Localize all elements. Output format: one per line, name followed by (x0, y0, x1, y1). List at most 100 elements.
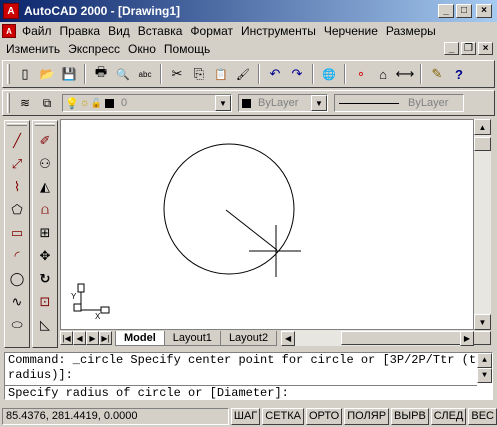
polygon-icon[interactable]: ⬠ (6, 199, 28, 221)
distance-icon[interactable]: ⟷ (394, 63, 416, 85)
toolbar-grip[interactable] (7, 93, 10, 113)
autocad-logo-icon[interactable]: A (3, 3, 19, 19)
toggle-lineweight[interactable]: ВЕС (468, 408, 497, 425)
vertical-scrollbar[interactable]: ▲ ▼ (474, 119, 491, 330)
globe-icon[interactable]: 🌐 (318, 63, 340, 85)
close-button[interactable]: × (476, 4, 492, 18)
layer-select[interactable]: 💡 ☼ 🔓 0 ▼ (62, 94, 232, 112)
toggle-snap[interactable]: ШАГ (230, 408, 261, 425)
linetype-select[interactable]: ByLayer (334, 94, 464, 112)
array-icon[interactable]: ⊞ (34, 222, 56, 244)
copy-icon[interactable]: ⎘ (188, 63, 210, 85)
scroll-right-icon[interactable]: ▶ (460, 330, 474, 346)
line-icon[interactable]: ╱ (6, 130, 28, 152)
prev-tab-icon[interactable]: ◀ (73, 331, 86, 345)
snap-icon[interactable]: ∘ (350, 63, 372, 85)
dropdown-arrow-icon[interactable]: ▼ (215, 95, 231, 111)
dropdown-arrow-icon[interactable]: ▼ (311, 95, 327, 111)
menu-view[interactable]: Вид (104, 24, 134, 38)
polyline-icon[interactable]: ⌇ (6, 176, 28, 198)
menu-modify[interactable]: Изменить (0, 42, 64, 56)
menu-dimension[interactable]: Размеры (382, 24, 440, 38)
print-icon[interactable]: 🖶 (90, 63, 112, 85)
help-icon[interactable]: ? (448, 63, 470, 85)
scroll-down-icon[interactable]: ▼ (474, 314, 491, 330)
command-prompt-input[interactable]: Specify radius of circle or [Diameter]: (5, 385, 477, 400)
scroll-down-icon[interactable]: ▼ (477, 368, 492, 383)
drawing-canvas[interactable]: Y X (60, 119, 474, 330)
undo-icon[interactable]: ↶ (264, 63, 286, 85)
scroll-up-icon[interactable]: ▲ (474, 119, 491, 135)
toolbar-grip[interactable] (35, 123, 55, 126)
minimize-button[interactable]: _ (438, 4, 454, 18)
spline-icon[interactable]: ∿ (6, 291, 28, 313)
arc-icon[interactable]: ◜ (6, 245, 28, 267)
first-tab-icon[interactable]: |◀ (60, 331, 73, 345)
toggle-osnap[interactable]: ВЫРВ (391, 408, 429, 425)
menu-insert[interactable]: Вставка (134, 24, 187, 38)
horizontal-scrollbar[interactable]: ◀ ▶ (281, 330, 492, 346)
print-preview-icon[interactable]: 🔍 (112, 63, 134, 85)
next-tab-icon[interactable]: ▶ (86, 331, 99, 345)
maximize-button[interactable]: □ (456, 4, 472, 18)
save-icon[interactable]: 💾 (58, 63, 80, 85)
menu-format[interactable]: Формат (186, 24, 237, 38)
erase-icon[interactable]: ✐ (34, 130, 56, 152)
pen-icon[interactable]: ✎ (426, 63, 448, 85)
circle-icon[interactable]: ◯ (6, 268, 28, 290)
doc-close-button[interactable]: × (478, 42, 493, 55)
coordinate-readout[interactable]: 85.4376, 281.4419, 0.0000 (2, 408, 229, 425)
standard-toolbar: ▯ 📂 💾 🖶 🔍 abc ✂ ⎘ 📋 🖌 ↶ ↷ 🌐 ∘ ⌂ ⟷ ✎ ? (2, 60, 495, 88)
menu-tools[interactable]: Инструменты (237, 24, 320, 38)
command-history-line: radius)]: (8, 368, 73, 382)
toolbar-grip[interactable] (7, 64, 10, 84)
paste-icon[interactable]: 📋 (210, 63, 232, 85)
doc-minimize-button[interactable]: _ (444, 42, 459, 55)
toggle-ortho[interactable]: ОРТО (306, 408, 343, 425)
scroll-up-icon[interactable]: ▲ (477, 353, 492, 368)
properties-icon[interactable]: ⌂ (372, 63, 394, 85)
match-properties-icon[interactable]: 🖌 (232, 63, 254, 85)
menu-edit[interactable]: Правка (56, 24, 105, 38)
toggle-otrack[interactable]: СЛЕД (430, 408, 467, 425)
tab-layout1[interactable]: Layout1 (163, 330, 221, 346)
last-tab-icon[interactable]: ▶| (99, 331, 112, 345)
draw-toolbar: ╱ ⤢ ⌇ ⬠ ▭ ◜ ◯ ∿ ⬭ (4, 120, 30, 348)
color-select[interactable]: ByLayer ▼ (238, 94, 328, 112)
construction-line-icon[interactable]: ⤢ (6, 153, 28, 175)
window-title: AutoCAD 2000 - [Drawing1] (24, 4, 181, 18)
doc-restore-button[interactable]: ❐ (461, 42, 476, 55)
circle-entity[interactable] (163, 143, 295, 275)
toggle-grid[interactable]: СЕТКА (262, 408, 304, 425)
rectangle-icon[interactable]: ▭ (6, 222, 28, 244)
menu-file[interactable]: Файл (18, 24, 56, 38)
command-scrollbar[interactable]: ▲ ▼ (477, 353, 492, 383)
ucs-icon (73, 283, 110, 314)
make-current-layer-icon[interactable]: ⧉ (36, 92, 58, 114)
spell-check-icon[interactable]: abc (134, 63, 156, 85)
copy-object-icon[interactable]: ⚇ (34, 153, 56, 175)
menu-express[interactable]: Экспресс (64, 42, 124, 56)
ellipse-icon[interactable]: ⬭ (6, 314, 28, 336)
toolbar-grip[interactable] (7, 123, 27, 126)
toggle-polar[interactable]: ПОЛЯР (344, 408, 390, 425)
document-icon[interactable]: A (2, 24, 16, 38)
move-icon[interactable]: ✥ (34, 245, 56, 267)
menu-window[interactable]: Окно (124, 42, 160, 56)
scale-icon[interactable]: ⊡ (34, 291, 56, 313)
stretch-icon[interactable]: ◺ (34, 314, 56, 336)
vertical-scroll-thumb[interactable] (474, 137, 491, 151)
cut-icon[interactable]: ✂ (166, 63, 188, 85)
new-icon[interactable]: ▯ (14, 63, 36, 85)
redo-icon[interactable]: ↷ (286, 63, 308, 85)
mirror-icon[interactable]: ◭ (34, 176, 56, 198)
scroll-left-icon[interactable]: ◀ (281, 330, 296, 346)
offset-icon[interactable]: ⩍ (34, 199, 56, 221)
menu-draw[interactable]: Черчение (320, 24, 382, 38)
tab-layout2[interactable]: Layout2 (219, 330, 278, 346)
menu-help[interactable]: Помощь (160, 42, 214, 56)
rotate-icon[interactable]: ↻ (34, 268, 56, 290)
tab-model[interactable]: Model (115, 330, 165, 346)
open-icon[interactable]: 📂 (36, 63, 58, 85)
layers-icon[interactable]: ≋ (14, 92, 36, 114)
